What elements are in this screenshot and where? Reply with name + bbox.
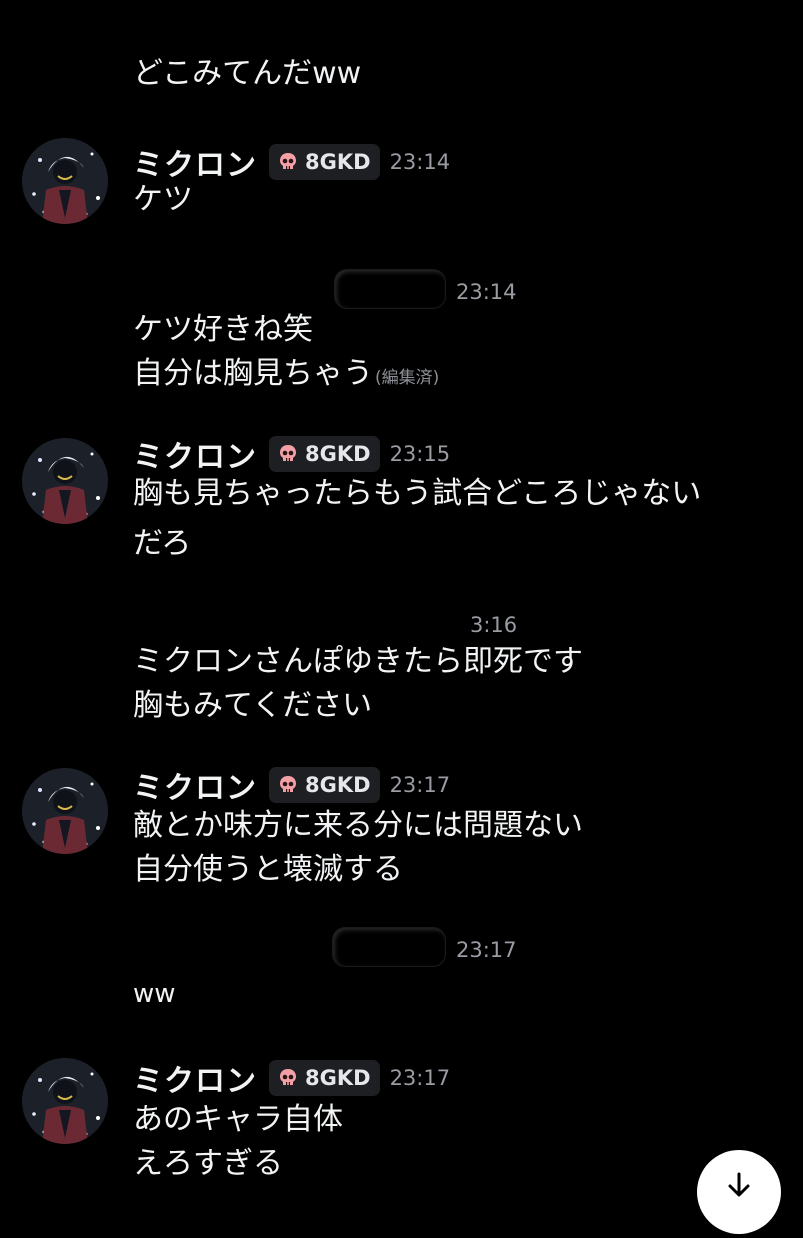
message-text: 自分は胸見ちゃう xyxy=(133,356,373,391)
avatar-image xyxy=(22,138,108,224)
jump-to-latest-button[interactable] xyxy=(697,1150,781,1234)
skull-icon xyxy=(280,1069,296,1085)
edited-label: (編集済) xyxy=(375,368,440,388)
author-name[interactable]: ミクロン xyxy=(133,140,257,184)
clan-tag[interactable]: 8GKD xyxy=(269,144,380,180)
avatar[interactable] xyxy=(22,768,108,854)
message-text: ww xyxy=(133,979,176,1009)
message-header: ミクロン 8GKD 23:14 xyxy=(133,140,451,184)
skull-icon xyxy=(280,776,296,792)
message-header: ミクロン 8GKD 23:17 xyxy=(133,763,451,807)
timestamp: 23:14 xyxy=(389,150,451,174)
message-text: ミクロンさんぽゆきたら即死です xyxy=(133,644,583,679)
clan-tag[interactable]: 8GKD xyxy=(269,767,380,803)
chat-message-list[interactable]: どこみてんだww ミクロン 8GKD 23:14 ケツ 23:14 ケツ好きね笑… xyxy=(0,0,803,1234)
timestamp: 3:16 xyxy=(470,613,518,637)
message-text: どこみてんだww xyxy=(133,56,362,91)
message-text: ケツ好きね笑 xyxy=(133,312,313,347)
message-text-line: 自分は胸見ちゃう (編集済) xyxy=(133,354,439,398)
author-name[interactable]: ミクロン xyxy=(133,763,257,807)
clan-tag-text: 8GKD xyxy=(305,773,371,797)
author-name[interactable]: ミクロン xyxy=(133,1056,257,1100)
timestamp: 23:14 xyxy=(456,280,517,304)
message-text: 自分使うと壊滅する xyxy=(133,852,403,887)
clan-tag-text: 8GKD xyxy=(305,150,371,174)
avatar-image xyxy=(22,438,108,524)
message-header: ミクロン 8GKD 23:15 xyxy=(133,432,451,476)
avatar[interactable] xyxy=(22,438,108,524)
message-text: えろすぎる xyxy=(133,1146,283,1181)
avatar[interactable] xyxy=(22,138,108,224)
message-text: ケツ xyxy=(133,182,193,217)
skull-icon xyxy=(280,445,296,461)
avatar-image xyxy=(22,768,108,854)
redacted-author-name xyxy=(335,270,445,308)
clan-tag[interactable]: 8GKD xyxy=(269,1060,380,1096)
message-text: 胸も見ちゃったらもう試合どころじゃない xyxy=(133,476,702,511)
avatar-image xyxy=(22,1058,108,1144)
message-text: 敵とか味方に来る分には問題ない xyxy=(133,808,583,843)
clan-tag[interactable]: 8GKD xyxy=(269,436,380,472)
redacted-author-name xyxy=(333,928,445,966)
avatar[interactable] xyxy=(22,1058,108,1144)
timestamp: 23:17 xyxy=(389,1066,451,1090)
timestamp: 23:15 xyxy=(389,442,451,466)
message-text: あのキャラ自体 xyxy=(133,1102,343,1137)
message-header: ミクロン 8GKD 23:17 xyxy=(133,1056,451,1100)
clan-tag-text: 8GKD xyxy=(305,442,371,466)
clan-tag-text: 8GKD xyxy=(305,1066,371,1090)
arrow-down-icon xyxy=(728,1172,750,1197)
skull-icon xyxy=(280,153,296,169)
timestamp: 23:17 xyxy=(456,938,517,962)
message-text: だろ xyxy=(133,526,192,561)
author-name[interactable]: ミクロン xyxy=(133,432,257,476)
message-text: 胸もみてください xyxy=(133,688,373,723)
timestamp: 23:17 xyxy=(389,773,451,797)
